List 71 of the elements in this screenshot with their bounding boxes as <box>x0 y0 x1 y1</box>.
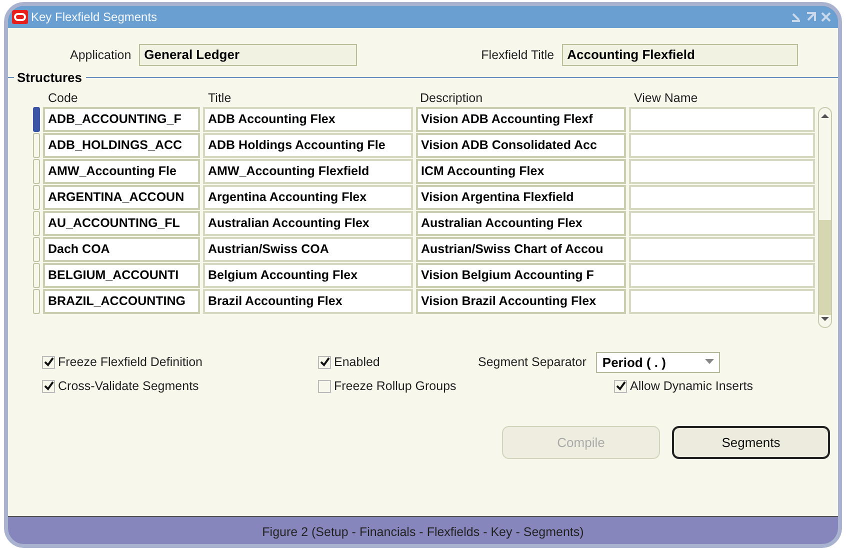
record-indicator[interactable] <box>33 107 40 132</box>
flexfield-title-field[interactable]: Accounting Flexfield <box>562 44 798 66</box>
minimize-icon[interactable] <box>790 11 802 23</box>
table-cell[interactable] <box>629 159 815 184</box>
table-cell[interactable]: Vision ADB Consolidated Acc <box>416 133 626 158</box>
table-cell[interactable] <box>629 107 815 132</box>
record-indicator[interactable] <box>33 133 40 158</box>
table-cell[interactable] <box>629 211 815 236</box>
table-cell[interactable]: BRAZIL_ACCOUNTING <box>43 289 200 314</box>
record-indicator[interactable] <box>33 159 40 184</box>
table-cell[interactable] <box>629 237 815 262</box>
checkbox[interactable] <box>318 380 331 392</box>
checkbox[interactable] <box>614 380 627 392</box>
field-label: Application <box>70 48 132 62</box>
table-cell[interactable] <box>629 133 815 158</box>
checkbox[interactable] <box>318 356 331 368</box>
app-logo-icon <box>12 10 28 24</box>
table-cell[interactable]: ADB Holdings Accounting Fle <box>203 133 413 158</box>
dropdown-caret-icon[interactable] <box>705 359 714 365</box>
table-cell[interactable]: Austrian/Swiss COA <box>203 237 413 262</box>
checkbox-label[interactable]: Cross-Validate Segments <box>58 379 199 393</box>
column-header: Code <box>48 91 79 107</box>
scrollbar[interactable] <box>818 107 832 328</box>
table-cell[interactable]: Australian Accounting Flex <box>203 211 413 236</box>
application-field[interactable]: General Ledger <box>139 44 358 66</box>
column-header: Title <box>208 91 232 107</box>
table-cell[interactable]: ARGENTINA_ACCOUN <box>43 185 200 210</box>
checkbox-label[interactable]: Freeze Rollup Groups <box>334 379 456 393</box>
table-cell[interactable]: Vision Argentina Flexfield <box>416 185 626 210</box>
checkbox[interactable] <box>42 356 55 368</box>
table-cell[interactable]: Austrian/Swiss Chart of Accou <box>416 237 626 262</box>
table-cell[interactable]: AU_ACCOUNTING_FL <box>43 211 200 236</box>
table-cell[interactable] <box>629 289 815 314</box>
record-indicator[interactable] <box>33 185 40 210</box>
table-cell[interactable]: Brazil Accounting Flex <box>203 289 413 314</box>
checkbox-label[interactable]: Allow Dynamic Inserts <box>630 379 753 393</box>
table-cell[interactable]: Vision Brazil Accounting Flex <box>416 289 626 314</box>
field-label: Segment Separator <box>478 355 586 369</box>
table-cell[interactable] <box>629 185 815 210</box>
table-cell[interactable]: AMW_Accounting Fle <box>43 159 200 184</box>
table-cell[interactable]: Belgium Accounting Flex <box>203 263 413 288</box>
field-label: Flexfield Title <box>481 48 554 62</box>
table-cell[interactable]: Argentina Accounting Flex <box>203 185 413 210</box>
column-header: View Name <box>634 91 699 107</box>
checkbox-label[interactable]: Freeze Flexfield Definition <box>58 355 203 369</box>
table-cell[interactable]: Vision Belgium Accounting F <box>416 263 626 288</box>
window-title: Key Flexfield Segments <box>31 10 158 24</box>
table-cell[interactable]: ADB_ACCOUNTING_F <box>43 107 200 132</box>
figure-caption: Figure 2 (Setup - Financials - Flexfields - Key - Segments) <box>261 524 585 539</box>
separator-dropdown[interactable]: Period ( . ) <box>596 352 720 372</box>
table-cell[interactable]: ADB_HOLDINGS_ACC <box>43 133 200 158</box>
table-cell[interactable]: Dach COA <box>43 237 200 262</box>
maximize-icon[interactable] <box>805 11 817 23</box>
table-cell[interactable]: ADB Accounting Flex <box>203 107 413 132</box>
checkbox-label[interactable]: Enabled <box>334 355 380 369</box>
scroll-up-icon[interactable] <box>820 112 830 120</box>
table-cell[interactable]: Australian Accounting Flex <box>416 211 626 236</box>
table-cell[interactable] <box>629 263 815 288</box>
segments-button[interactable]: Segments <box>672 426 830 459</box>
table-cell[interactable]: Vision ADB Accounting Flexf <box>416 107 626 132</box>
record-indicator[interactable] <box>33 237 40 262</box>
section-title: Structures <box>17 70 82 85</box>
table-cell[interactable]: AMW_Accounting Flexfield <box>203 159 413 184</box>
record-indicator[interactable] <box>33 263 40 288</box>
record-indicator[interactable] <box>33 289 40 314</box>
checkbox[interactable] <box>42 380 55 392</box>
column-header: Description <box>420 91 484 107</box>
record-indicator[interactable] <box>33 211 40 236</box>
table-cell[interactable]: ICM Accounting Flex <box>416 159 626 184</box>
close-icon[interactable] <box>820 11 832 23</box>
table-cell[interactable]: BELGIUM_ACCOUNTI <box>43 263 200 288</box>
